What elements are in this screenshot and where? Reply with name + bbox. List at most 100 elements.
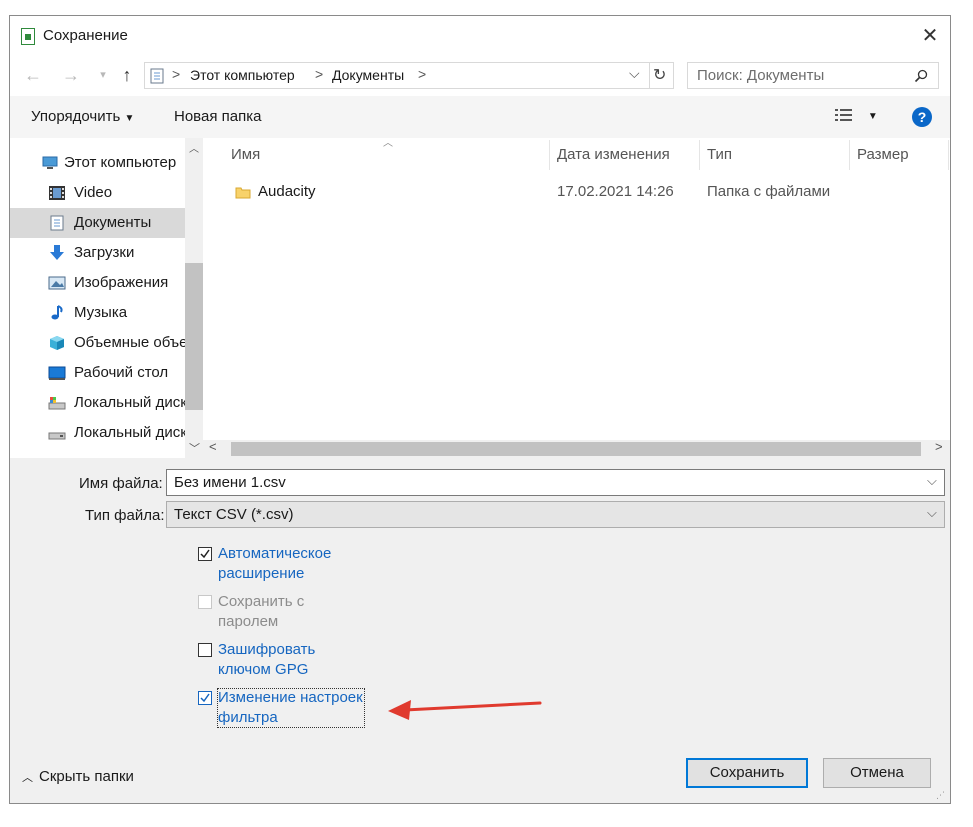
sidebar-item-label: Локальный диск [74,424,186,441]
checkmark-icon [200,549,210,559]
horizontal-scrollbar[interactable]: < > [203,439,950,458]
new-folder-button[interactable]: Новая папка [174,108,261,125]
folder-icon [235,187,251,199]
close-icon: ✕ [921,25,939,47]
filetype-label: Тип файла: [85,507,165,524]
hide-folders-button[interactable]: ︿ Скрыть папки [22,768,134,785]
forward-button[interactable]: → [60,64,82,86]
address-bar[interactable]: > Этот компьютер > Документы > ⌵ ↻ [144,62,674,89]
up-button[interactable]: ↑ [116,64,138,86]
file-date: 17.02.2021 14:26 [557,183,674,200]
refresh-button[interactable]: ↻ [653,65,666,85]
filename-field[interactable]: Без имени 1.csv ⌵ [166,469,945,496]
sidebar-item-label: Video [74,184,113,201]
address-history-dropdown[interactable]: ⌵ [629,65,640,82]
downloads-icon [50,245,64,260]
option-edit-filter-settings[interactable]: Изменение настроек фильтра [198,688,368,730]
chevron-down-icon[interactable]: ⌵ [927,473,937,489]
chevron-down-icon[interactable]: ﹀ [189,440,200,456]
column-separator[interactable] [849,140,850,170]
auto-extension-checkbox[interactable] [198,547,212,561]
column-header-date[interactable]: Дата изменения [557,146,670,163]
file-name: Audacity [258,183,316,200]
sidebar-item-video[interactable]: Video [10,178,185,208]
filetype-value: Текст CSV (*.csv) [174,506,294,523]
search-input[interactable]: Поиск: Документы [697,67,824,84]
window-title: Сохранение [43,27,128,44]
encrypt-gpg-label-1: Зашифровать [218,641,316,658]
chevron-down-icon[interactable]: ⌵ [927,505,937,521]
help-button[interactable]: ? [912,107,932,127]
navigation-pane: Этот компьютер Video Документы Загрузки … [10,138,203,458]
sidebar-item-documents[interactable]: Документы [10,208,185,238]
option-encrypt-gpg[interactable]: Зашифровать ключом GPG [198,640,368,682]
view-options-button[interactable]: ▼ [834,107,878,126]
sidebar-item-label: Объемные объекты [74,334,186,351]
sidebar-scroll-thumb[interactable] [185,263,203,410]
breadcrumb-separator: > [315,66,324,82]
column-header-type[interactable]: Тип [707,146,732,163]
resize-grip-icon[interactable]: ⋰ [936,790,945,801]
sidebar-item-3d-objects[interactable]: Объемные объекты [10,328,186,358]
save-button[interactable]: Сохранить [686,758,808,788]
sidebar-item-downloads[interactable]: Загрузки [10,238,185,268]
sidebar-item-label: Рабочий стол [74,364,169,381]
video-icon [49,186,65,200]
sidebar-item-local-disk[interactable]: Локальный диск [10,418,186,448]
chevron-left-icon[interactable]: < [209,439,217,454]
breadcrumb-separator: > [172,66,181,82]
navigation-bar: ← → ▾ ↑ > Этот компьютер > Документы > ⌵… [10,56,950,96]
sidebar-item-label: Изображения [74,274,169,291]
command-bar: Упорядочить ▼ Новая папка ▼ ? [10,96,950,138]
horizontal-scroll-thumb[interactable] [231,442,921,456]
column-separator[interactable] [948,140,949,170]
organize-button[interactable]: Упорядочить ▼ [31,108,134,125]
chevron-down-icon: ⌵ [629,65,640,81]
sidebar-item-label: Музыка [74,304,128,321]
spreadsheet-app-icon [21,28,35,45]
edit-filter-settings-checkbox[interactable] [198,691,212,705]
filename-input[interactable]: Без имени 1.csv [174,474,286,491]
file-type: Папка с файлами [707,183,831,200]
sidebar-item-local-disk[interactable]: Локальный диск [10,388,186,418]
filetype-select[interactable]: Текст CSV (*.csv) ⌵ [166,501,945,528]
title-bar: Сохранение ✕ [10,16,950,56]
sidebar-item-this-pc[interactable]: Этот компьютер [10,148,185,178]
sidebar-item-label: Документы [74,214,152,231]
local-disk-icon [48,397,66,410]
column-separator[interactable] [699,140,700,170]
column-separator[interactable] [549,140,550,170]
recent-locations-button[interactable]: ▾ [92,64,114,86]
sidebar-item-pictures[interactable]: Изображения [10,268,185,298]
sidebar-item-desktop[interactable]: Рабочий стол [10,358,185,388]
sidebar-scrollbar[interactable]: ︿ ﹀ [185,138,203,458]
caret-down-icon: ▼ [867,111,878,122]
organize-label: Упорядочить [31,108,121,125]
cancel-button[interactable]: Отмена [823,758,931,788]
breadcrumb-documents[interactable]: Документы [332,67,404,83]
option-save-with-password: Сохранить с паролем [198,592,368,634]
column-header-name[interactable]: Имя [231,146,260,163]
column-header-size[interactable]: Размер [857,146,909,163]
chevron-down-icon: ▾ [100,69,106,81]
table-row[interactable]: Audacity 17.02.2021 14:26 Папка с файлам… [203,178,943,208]
back-button[interactable]: ← [22,64,44,86]
details-view-icon [835,109,852,121]
chevron-right-icon[interactable]: > [935,439,943,454]
close-button[interactable]: ✕ [910,16,950,56]
sidebar-item-music[interactable]: Музыка [10,298,185,328]
chevron-up-icon[interactable]: ︿ [189,140,199,155]
arrow-left-icon: ← [24,65,42,85]
annotation-arrow-icon [388,700,542,720]
search-icon [914,69,928,83]
chevron-up-icon: ︿ [22,772,33,784]
save-dialog: Сохранение ✕ ← → ▾ ↑ > Этот компьютер > … [9,15,951,804]
sort-up-icon: ︿ [383,138,393,149]
search-box[interactable]: Поиск: Документы [687,62,939,89]
local-disk-icon [48,432,66,440]
desktop-icon [48,366,66,380]
option-auto-extension[interactable]: Автоматическое расширение [198,544,368,586]
save-with-password-label-2: паролем [218,613,279,630]
encrypt-gpg-checkbox[interactable] [198,643,212,657]
breadcrumb-computer[interactable]: Этот компьютер [190,67,295,83]
